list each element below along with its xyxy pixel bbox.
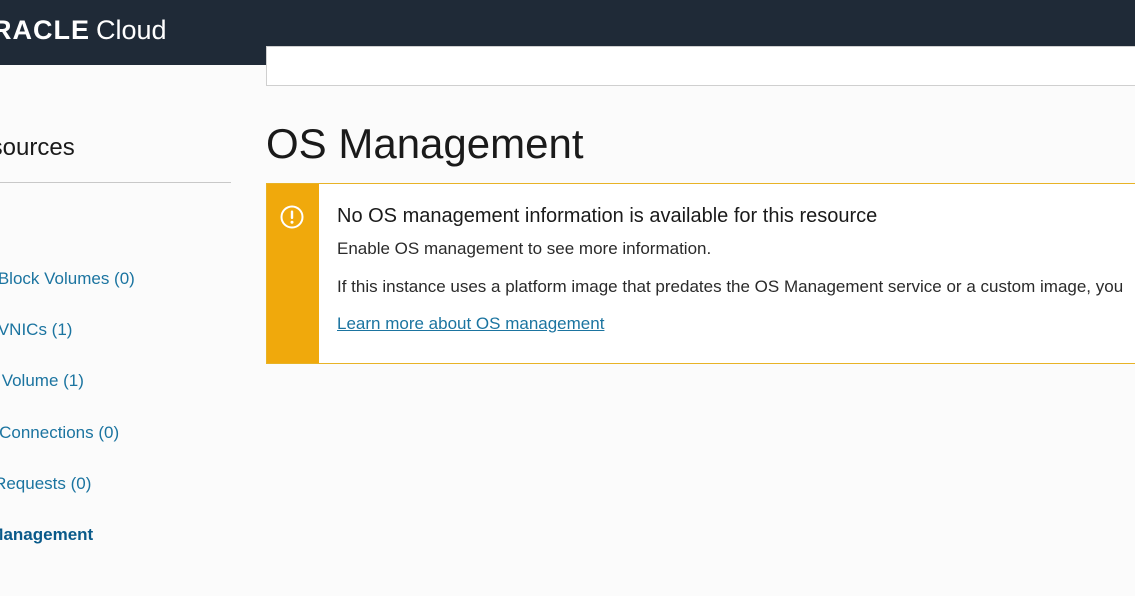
sidebar-item-attached-vnics[interactable]: Attached VNICs (1) bbox=[0, 319, 72, 341]
sidebar-item-work-requests[interactable]: Work Requests (0) bbox=[0, 473, 91, 495]
alert-title: No OS management information is availabl… bbox=[337, 205, 878, 227]
page-title: OS Management bbox=[266, 120, 584, 167]
sidebar-item-attached-block-volumes[interactable]: Attached Block Volumes (0) bbox=[0, 268, 135, 290]
resources-sidebar: Resources Attached Block Volumes (0) Att… bbox=[0, 65, 240, 596]
alert-detail: If this instance uses a platform image t… bbox=[337, 277, 1124, 296]
oracle-cloud-logo[interactable]: ORACLECloud bbox=[0, 14, 167, 46]
brand-word: ORACLE bbox=[0, 15, 90, 45]
sidebar-item-os-management[interactable]: OS Management bbox=[0, 524, 93, 546]
sidebar-heading: Resources bbox=[0, 134, 75, 161]
sidebar-item-console-connections[interactable]: Console Connections (0) bbox=[0, 422, 119, 444]
alert-description: Enable OS management to see more informa… bbox=[337, 239, 712, 258]
warning-circle-icon bbox=[280, 205, 304, 229]
os-management-alert: No OS management information is availabl… bbox=[266, 183, 1135, 364]
alert-stripe bbox=[267, 184, 319, 363]
learn-more-link[interactable]: Learn more about OS management bbox=[337, 313, 604, 335]
sidebar-divider bbox=[0, 182, 231, 183]
sidebar-item-boot-volume[interactable]: Boot Volume (1) bbox=[0, 370, 84, 392]
brand-suffix: Cloud bbox=[96, 15, 167, 45]
previous-section-card bbox=[266, 46, 1135, 86]
